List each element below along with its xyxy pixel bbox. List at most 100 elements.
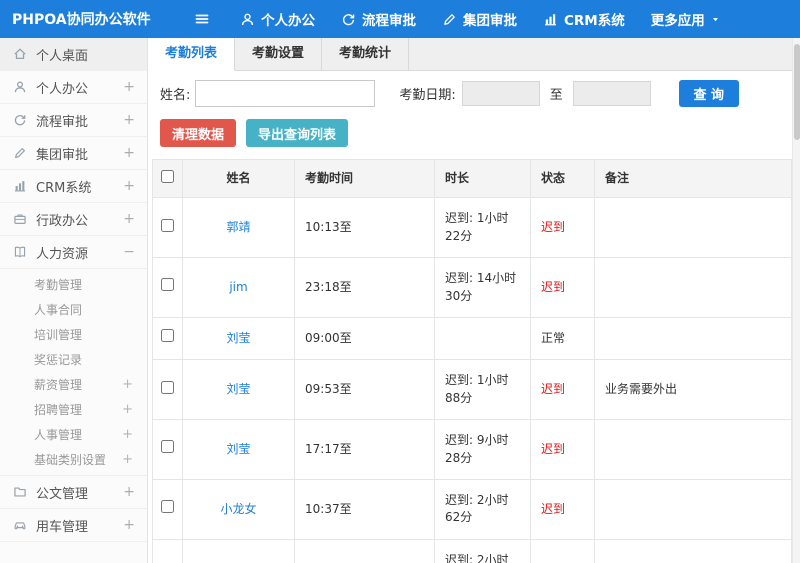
sidebar-subitem-salary-management[interactable]: 薪资管理 + — [0, 372, 147, 397]
sidebar-item-vehicle-management[interactable]: 用车管理 + — [0, 509, 147, 542]
sidebar-item-human-resources[interactable]: 人力资源 − — [0, 236, 147, 269]
employee-name-link[interactable]: 郭靖 — [226, 220, 250, 234]
sidebar-subitem-label: 培训管理 — [34, 328, 83, 342]
sidebar-subitem-basic-category-settings[interactable]: 基础类别设置 + — [0, 447, 147, 472]
date-start-input[interactable] — [461, 81, 540, 106]
sidebar-item-label: 用车管理 — [36, 519, 89, 535]
expand-indicator: − — [123, 244, 135, 260]
sidebar-item-group-approval[interactable]: 集团审批 + — [0, 137, 147, 170]
note-cell — [594, 197, 792, 259]
briefcase-icon — [13, 212, 27, 226]
sidebar-subitem-label: 考勤管理 — [34, 278, 83, 292]
status-cell: 迟到/早退 — [530, 538, 595, 563]
table-row: 刘莹 09:00至 正常 — [152, 316, 792, 361]
book-icon — [13, 245, 27, 259]
employee-name-link[interactable]: 刘莹 — [226, 442, 250, 456]
table-row: 小龙女 10:37至 迟到: 2小时62分 迟到 — [152, 478, 792, 540]
note-cell — [594, 257, 792, 318]
app-title: PHPOA协同办公软件 — [12, 12, 151, 28]
duration-cell: 迟到: 9小时28分 — [434, 419, 531, 480]
edit-icon — [442, 12, 457, 27]
expand-indicator: + — [122, 427, 133, 442]
time-cell: 10:54至10:54 — [294, 538, 435, 563]
sidebar-subitem-training-management[interactable]: 培训管理 — [0, 322, 147, 347]
sidebar-subitem-personnel-management[interactable]: 人事管理 + — [0, 422, 147, 447]
note-cell — [594, 316, 792, 361]
time-cell: 09:00至 — [294, 316, 435, 361]
search-button[interactable]: 查 询 — [678, 80, 739, 107]
sidebar-subitem-recruitment-management[interactable]: 招聘管理 + — [0, 397, 147, 422]
sidebar-item-label: 个人桌面 — [36, 48, 89, 64]
expand-indicator: + — [123, 211, 135, 227]
action-bar: 清理数据 导出查询列表 — [148, 114, 800, 159]
name-cell: 郭靖 — [182, 197, 295, 259]
employee-name-link[interactable]: jim — [229, 280, 247, 294]
topnav-item-workflow-approval[interactable]: 流程审批 — [341, 9, 416, 29]
row-checkbox[interactable] — [161, 278, 174, 292]
sidebar-subitem-reward-punishment[interactable]: 奖惩记录 — [0, 347, 147, 372]
header-checkbox-cell — [152, 159, 183, 199]
name-cell: 管理员 — [182, 538, 295, 563]
attendance-table-wrap: 姓名 考勤时间 时长 状态 备注 郭靖 10:13至 迟到: 1小时22分 迟到 jim 23:1… — [148, 159, 800, 563]
filter-bar: 姓名: 考勤日期: 至 查 询 — [148, 71, 800, 114]
row-checkbox[interactable] — [161, 380, 174, 394]
sidebar-subitem-personnel-contract[interactable]: 人事合同 — [0, 297, 147, 322]
tab-attendance-list[interactable]: 考勤列表 — [148, 38, 236, 71]
row-checkbox-cell — [152, 257, 183, 318]
flow-icon — [13, 113, 27, 127]
status-text: 迟到 — [541, 441, 566, 456]
expand-indicator: + — [123, 145, 135, 161]
menu-toggle[interactable] — [194, 11, 210, 27]
employee-name-link[interactable]: 刘莹 — [226, 331, 250, 345]
topnav-label: 集团审批 — [463, 13, 517, 29]
row-checkbox[interactable] — [161, 440, 174, 454]
sidebar-submenu: 考勤管理人事合同培训管理奖惩记录 薪资管理 + 招聘管理 + 人事管理 + 基础类别设置 + — [0, 269, 147, 476]
duration-cell: 迟到: 1小时22分 — [434, 197, 531, 259]
select-all-checkbox[interactable] — [161, 169, 174, 183]
sidebar-item-label: 公文管理 — [36, 486, 89, 502]
chart-icon — [543, 12, 558, 27]
sidebar-item-workflow-approval[interactable]: 流程审批 + — [0, 104, 147, 137]
sidebar-item-document-management[interactable]: 公文管理 + — [0, 476, 147, 509]
duration-cell: 迟到: 2小时62分 — [434, 478, 531, 540]
export-list-button[interactable]: 导出查询列表 — [246, 119, 349, 147]
sidebar-subitem-attendance-management[interactable]: 考勤管理 — [0, 272, 147, 297]
topnav-item-group-approval[interactable]: 集团审批 — [442, 9, 517, 29]
topnav-item-crm-system[interactable]: CRM系统 — [543, 9, 625, 29]
topnav-label: 个人办公 — [261, 13, 315, 29]
column-header: 姓名 — [182, 159, 295, 199]
time-cell: 10:37至 — [294, 478, 435, 540]
row-checkbox-cell — [152, 359, 183, 421]
expand-indicator: + — [123, 484, 135, 500]
duration-cell: 迟到: 1小时88分 — [434, 359, 531, 421]
row-checkbox[interactable] — [161, 218, 174, 232]
tab-attendance-stats[interactable]: 考勤统计 — [322, 38, 410, 70]
employee-name-link[interactable]: 小龙女 — [220, 502, 256, 516]
sidebar-item-admin-office[interactable]: 行政办公 + — [0, 203, 147, 236]
sidebar-item-label: 人力资源 — [36, 246, 89, 262]
clear-data-button[interactable]: 清理数据 — [160, 119, 237, 147]
topnav-item-more-apps[interactable]: 更多应用 — [651, 9, 720, 29]
row-checkbox[interactable] — [161, 500, 174, 514]
scrollbar-thumb[interactable] — [794, 44, 800, 140]
row-checkbox-cell — [152, 316, 183, 361]
row-checkbox-cell — [152, 197, 183, 259]
user-icon — [240, 12, 255, 27]
date-end-input[interactable] — [572, 81, 651, 106]
status-cell: 迟到 — [530, 359, 595, 421]
employee-name-link[interactable]: 刘莹 — [226, 382, 250, 396]
topnav-label: CRM系统 — [564, 13, 625, 29]
tab-attendance-settings[interactable]: 考勤设置 — [235, 38, 323, 70]
date-filter-label: 考勤日期: — [399, 88, 456, 103]
sidebar-item-personal-desktop[interactable]: 个人桌面 — [0, 38, 147, 71]
note-cell — [594, 478, 792, 540]
status-cell: 迟到 — [530, 419, 595, 480]
sidebar-item-personal-office[interactable]: 个人办公 + — [0, 71, 147, 104]
sidebar-item-crm-system[interactable]: CRM系统 + — [0, 170, 147, 203]
column-header: 备注 — [594, 159, 792, 199]
topnav-item-personal-office[interactable]: 个人办公 — [240, 9, 315, 29]
row-checkbox[interactable] — [161, 329, 174, 343]
name-filter-input[interactable] — [195, 80, 376, 107]
expand-indicator: + — [122, 402, 133, 417]
scrollbar[interactable] — [792, 38, 800, 563]
